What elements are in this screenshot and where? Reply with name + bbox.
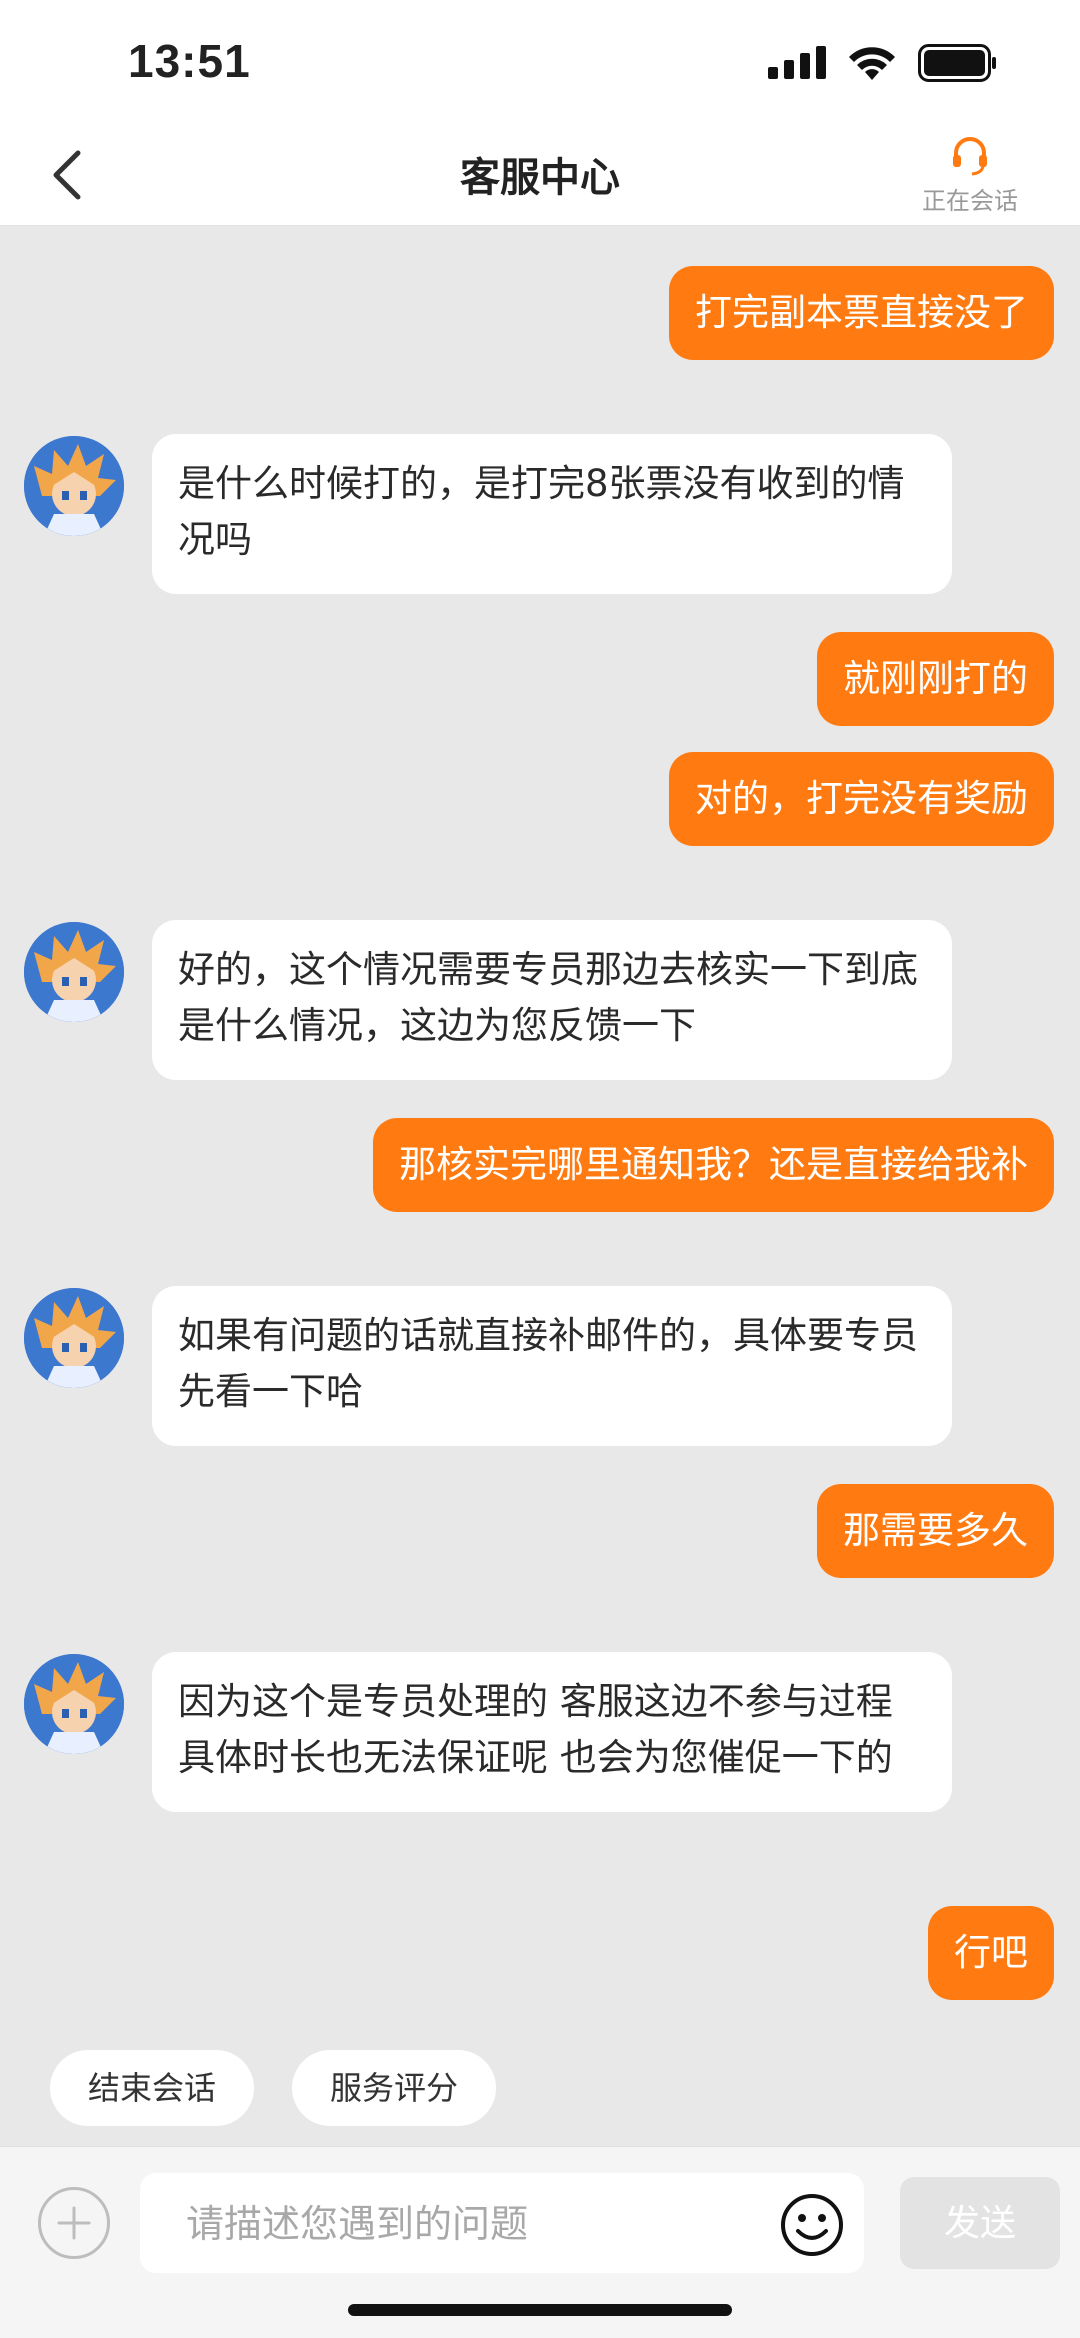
header-bar: 客服中心 正在会话 [0, 125, 1080, 226]
rate-service-button[interactable]: 服务评分 [292, 2050, 497, 2126]
user-message: 行吧 [928, 1906, 1054, 2000]
plus-icon [57, 2206, 91, 2240]
smiley-icon [781, 2194, 843, 2256]
agent-message: 如果有问题的话就直接补邮件的，具体要专员先看一下哈 [152, 1286, 952, 1446]
headset-icon [953, 137, 987, 176]
agent-message: 因为这个是专员处理的 客服这边不参与过程 具体时长也无法保证呢 也会为您催促一下… [152, 1652, 952, 1812]
battery-icon [918, 44, 996, 82]
user-message: 就刚刚打的 [817, 632, 1054, 726]
agent-avatar [24, 922, 124, 1022]
message-input-container [140, 2173, 864, 2275]
session-status[interactable]: 正在会话 [900, 133, 1040, 216]
user-message: 打完副本票直接没了 [669, 266, 1054, 360]
status-bar: 13:51 [0, 0, 1080, 125]
home-indicator [348, 2304, 732, 2316]
session-label: 正在会话 [922, 187, 1018, 215]
agent-avatar [24, 1654, 124, 1754]
quick-actions: 结束会话 服务评分 [50, 2050, 497, 2126]
send-button[interactable]: 发送 [900, 2177, 1060, 2269]
user-message: 那需要多久 [817, 1484, 1054, 1578]
status-time: 13:51 [128, 35, 251, 87]
emoji-button[interactable] [780, 2193, 844, 2257]
user-message: 对的，打完没有奖励 [669, 752, 1054, 846]
signal-icon [768, 46, 826, 79]
attach-button[interactable] [38, 2187, 110, 2259]
system-icons [768, 42, 998, 84]
agent-message: 是什么时候打的，是打完8张票没有收到的情况吗 [152, 434, 952, 594]
wifi-icon [849, 47, 895, 80]
agent-avatar [24, 1288, 124, 1388]
chat-messages: 打完副本票直接没了 是什么时候打的，是打完8张票没有收到的情况吗 就刚刚打的 对… [0, 226, 1080, 2146]
user-message: 那核实完哪里通知我？还是直接给我补 [373, 1118, 1054, 1212]
agent-avatar [24, 436, 124, 536]
message-input[interactable] [184, 2173, 748, 2275]
agent-message: 好的，这个情况需要专员那边去核实一下到底是什么情况，这边为您反馈一下 [152, 920, 952, 1080]
end-session-button[interactable]: 结束会话 [50, 2050, 255, 2126]
